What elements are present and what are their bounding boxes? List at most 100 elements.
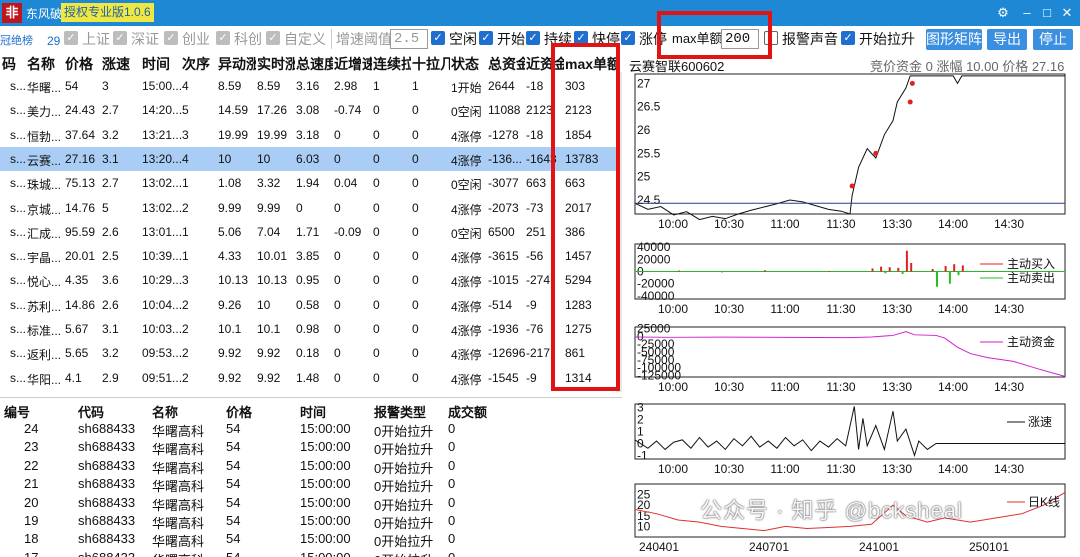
limit-up-checkbox[interactable]: ✓ [621,31,635,45]
alarm-cell: sh688433 [78,494,136,510]
y-tick-label: 27 [637,76,651,90]
table-row[interactable]: s... 悦心... 4.35 3.6 10:29... 3 10.13 10.13 0.95 0… [0,268,616,292]
table-row[interactable]: s... 京城... 14.76 5 13:02... 2 9.99 9.99 0 0 0 0 4涨停 -… [0,196,616,220]
table-cell: 0 [334,273,341,288]
flow-buy-bar [931,269,934,272]
header-col-3[interactable]: 涨速 [102,54,140,74]
header-col-10[interactable]: 连续拉 [373,54,411,74]
list-item[interactable]: 18 sh688433 华曙高科 54 15:00:00 0开始拉升 0 [0,530,620,549]
table-cell: 0 [412,322,419,336]
table-cell: 3.18 [296,127,320,142]
table-row[interactable]: s... 苏利... 14.86 2.6 10:04... 2 9.26 10 0.58 0 0 0 4… [0,293,616,317]
x-tick-label: 11:00 [770,302,799,316]
table-cell: 0 [334,200,341,215]
export-button[interactable]: 导出 [987,29,1027,50]
list-item[interactable]: 20 sh688433 华曙高科 54 15:00:00 0开始拉升 0 [0,494,620,513]
speed-threshold-input[interactable]: 2.5 [390,29,428,49]
table-cell: 9.92 [257,346,281,361]
table-cell: 95.59 [65,224,96,239]
header-col-9[interactable]: 近增速 [334,54,372,74]
header-col-0[interactable]: 码 [2,54,26,74]
header-col-2[interactable]: 价格 [65,54,101,74]
table-row[interactable]: s... 宇晶... 20.01 2.5 10:39... 1 4.33 10.01 3.85 0… [0,244,616,268]
header-col-14[interactable]: 近资金 [526,54,564,74]
fast-stop-checkbox[interactable]: ✓ [574,31,588,45]
table-cell: 4涨停 [451,129,482,144]
custom-label: 自定义 [284,31,326,47]
start-flag-checkbox[interactable]: ✓ [479,31,493,45]
partial-tab-label[interactable]: 冠绝榜 [0,32,33,50]
flow-buy-bar [871,268,874,272]
header-col-4[interactable]: 时间 [142,54,181,74]
alarm-cell: 华曙高科 [152,497,205,513]
table-row[interactable]: s... 云赛... 27.16 3.1 13:20... 4 10 10 6.03 0 0 0 4涨停… [0,146,616,171]
shenzhen-checkbox[interactable]: ✓ [113,31,127,45]
header-col-15[interactable]: max单额 [565,54,617,74]
header-col-13[interactable]: 总资金 [488,54,525,74]
stop-button[interactable]: 停止 [1033,29,1073,50]
list-item[interactable]: 23 sh688433 华曙高科 54 15:00:00 0开始拉升 0 [0,438,620,457]
table-cell: 19.99 [257,127,288,142]
table-cell: -1278 [488,127,519,142]
minimize-icon[interactable]: – [1018,4,1036,22]
alarm-header-col-3[interactable]: 价格 [226,402,252,421]
table-cell: 2 [182,322,189,336]
table-cell: 云赛... [27,153,62,168]
table-cell: 4 [182,79,189,93]
table-row[interactable]: s... 华曙... 54 3 15:00... 4 8.59 8.59 3.16 2.98 1 1 1… [0,74,616,98]
table-cell: 0 [373,176,380,191]
alarm-header-col-5[interactable]: 报警类型 [374,402,426,421]
table-row[interactable]: s... 珠城... 75.13 2.7 13:02... 1 1.08 3.32 1.94 0.… [0,171,616,195]
signal-table-scrollbar[interactable] [616,72,622,392]
alarm-header-col-4[interactable]: 时间 [300,402,326,421]
header-col-6[interactable]: 异动涨 [218,54,256,74]
custom-checkbox[interactable]: ✓ [266,31,280,45]
header-col-11[interactable]: 十拉几 [412,54,450,74]
alarm-header-col-2[interactable]: 名称 [152,402,178,421]
close-icon[interactable]: ✕ [1058,4,1076,22]
table-cell: 0 [373,346,380,361]
list-item[interactable]: 19 sh688433 华曙高科 54 15:00:00 0开始拉升 0 [0,512,620,531]
table-row[interactable]: s... 标准... 5.67 3.1 10:03... 2 10.1 10.1 0.98 0 0 0… [0,317,616,341]
x-tick-label: 14:30 [994,380,1024,394]
table-cell: 2 [182,370,189,385]
alarm-header-col-6[interactable]: 成交额 [448,402,487,421]
settings-gear-icon[interactable]: ⚙ [994,4,1012,22]
table-cell: 54 [65,79,79,93]
watermark-text: 公众号 · 知乎 @bcksheal [700,498,963,523]
table-row[interactable]: s... 美力... 24.43 2.7 14:20... 5 14.59 17.26 3.08… [0,98,616,122]
table-row[interactable]: s... 恒勃... 37.64 3.2 13:21... 3 19.99 19.99 3.18… [0,123,616,147]
header-col-12[interactable]: 状态 [451,54,487,74]
header-col-5[interactable]: 次序 [182,54,217,74]
header-col-7[interactable]: 实时涨 [257,54,295,74]
header-col-8[interactable]: 总速度 [296,54,333,74]
table-cell: 0空闲 [451,226,482,241]
header-col-1[interactable]: 名称 [27,54,64,74]
empty-flag-checkbox[interactable]: ✓ [431,31,445,45]
list-item[interactable]: 24 sh688433 华曙高科 54 15:00:00 0开始拉升 0 [0,420,620,439]
table-cell: 0空闲 [451,178,482,193]
table-row[interactable]: s... 汇成... 95.59 2.6 13:01... 1 5.06 7.04 1.71 -0… [0,220,616,244]
alarm-sound-checkbox[interactable] [764,31,778,45]
chart-panel: 云赛智联600602 竞价资金 0 涨幅 10.00 价格 27.16 27 26… [625,52,1080,557]
list-item[interactable]: 17 sh688433 华曙高科 54 15:00:00 0开始拉升 0 [0,549,620,557]
list-item[interactable]: 22 sh688433 华曙高科 54 15:00:00 0开始拉升 0 [0,457,620,476]
list-item[interactable]: 21 sh688433 华曙高科 54 15:00:00 0开始拉升 0 [0,475,620,495]
chinext-checkbox[interactable]: ✓ [164,31,178,45]
continue-flag-checkbox[interactable]: ✓ [526,31,540,45]
start-pull-checkbox[interactable]: ✓ [841,31,855,45]
chart-matrix-button[interactable]: 图形矩阵 [926,29,982,50]
star-checkbox[interactable]: ✓ [216,31,230,45]
table-cell: 2.98 [334,79,358,93]
table-row[interactable]: s... 华阳... 4.1 2.9 09:51... 2 9.92 9.92 1.48 0 0 0 4… [0,366,616,390]
alarm-cell: 15:00:00 [300,421,351,436]
table-cell: 303 [565,79,586,93]
alarm-cell: 华曙高科 [152,479,205,495]
max-order-input[interactable]: 200 [721,29,759,49]
maximize-icon[interactable]: □ [1038,4,1056,22]
table-row[interactable]: s... 返利... 5.65 3.2 09:53... 2 9.92 9.92 0.18 0 0 0… [0,341,616,365]
alarm-header-col-1[interactable]: 代码 [78,402,104,421]
y-tick-label: 25 [637,170,651,184]
alarm-header-col-0[interactable]: 编号 [4,402,30,421]
shanghai-checkbox[interactable]: ✓ [64,31,78,45]
